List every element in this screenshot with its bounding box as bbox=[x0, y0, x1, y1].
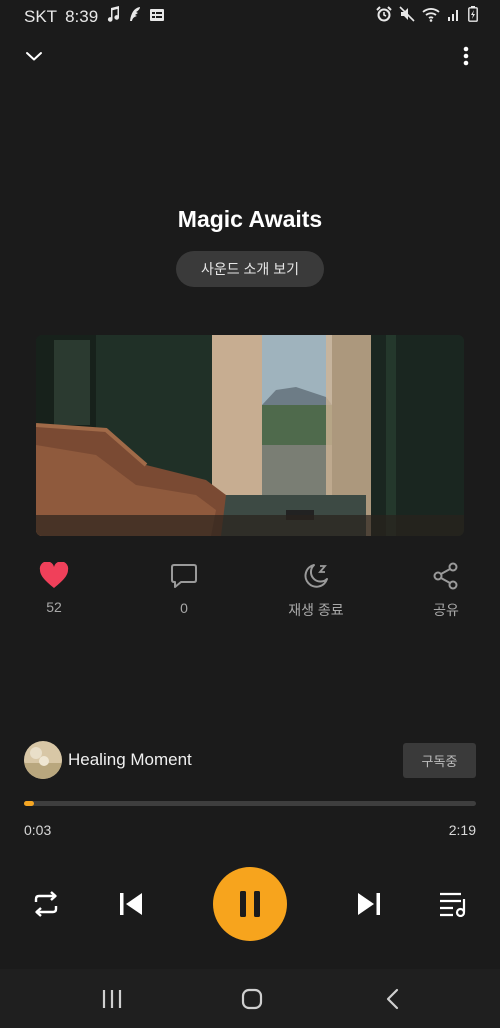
duration-time: 2:19 bbox=[448, 822, 476, 838]
like-button[interactable]: 52 bbox=[9, 562, 99, 615]
music-note-icon bbox=[106, 6, 120, 27]
pause-icon bbox=[240, 891, 260, 917]
comment-icon bbox=[171, 564, 197, 588]
sound-intro-button[interactable]: 사운드 소개 보기 bbox=[176, 251, 324, 287]
alarm-icon bbox=[376, 6, 392, 22]
comment-button[interactable]: 0 bbox=[139, 562, 229, 616]
skip-previous-icon bbox=[120, 893, 142, 915]
recent-apps-icon bbox=[102, 990, 122, 1008]
system-nav-bar bbox=[0, 969, 500, 1028]
progress-fill bbox=[24, 801, 34, 806]
heart-icon bbox=[39, 562, 69, 588]
wifi-icon bbox=[422, 7, 440, 22]
status-bar: SKT 8:39 bbox=[0, 0, 500, 32]
back-icon bbox=[386, 988, 399, 1010]
status-right bbox=[376, 6, 478, 22]
back-button[interactable] bbox=[376, 984, 408, 1014]
progress-bar[interactable] bbox=[24, 801, 476, 806]
recent-apps-button[interactable] bbox=[96, 984, 128, 1014]
share-label: 공유 bbox=[433, 602, 459, 618]
subscribe-button[interactable]: 구독중 bbox=[403, 743, 476, 778]
signal-icon bbox=[447, 7, 461, 21]
home-button[interactable] bbox=[236, 984, 268, 1014]
channel-avatar bbox=[24, 741, 62, 779]
channel-info[interactable]: Healing Moment bbox=[24, 741, 192, 779]
share-button[interactable]: 공유 bbox=[401, 562, 491, 620]
playlist-button[interactable] bbox=[436, 886, 472, 922]
clock: 8:39 bbox=[65, 6, 99, 26]
collapse-button[interactable] bbox=[20, 42, 48, 70]
moon-sleep-icon bbox=[304, 564, 328, 588]
status-left: SKT 8:39 bbox=[24, 6, 165, 27]
list-notification-icon bbox=[150, 7, 165, 27]
repeat-icon bbox=[34, 891, 58, 917]
sleep-timer-label: 재생 종료 bbox=[288, 602, 344, 618]
share-icon bbox=[433, 562, 458, 590]
skip-next-icon bbox=[358, 893, 380, 915]
like-count: 52 bbox=[46, 599, 62, 615]
carrier-label: SKT bbox=[24, 6, 58, 26]
comment-count: 0 bbox=[180, 600, 188, 616]
feather-icon bbox=[128, 6, 142, 27]
playlist-icon bbox=[440, 892, 466, 917]
next-button[interactable] bbox=[351, 886, 387, 922]
mute-icon bbox=[399, 6, 415, 22]
pause-button[interactable] bbox=[213, 867, 287, 941]
sleep-timer-button[interactable]: 재생 종료 bbox=[271, 562, 361, 620]
track-title: Magic Awaits bbox=[177, 206, 323, 232]
elapsed-time: 0:03 bbox=[24, 822, 52, 838]
channel-name: Healing Moment bbox=[68, 750, 192, 769]
more-vertical-icon bbox=[463, 46, 469, 66]
repeat-button[interactable] bbox=[28, 886, 64, 922]
battery-icon bbox=[468, 6, 478, 22]
chevron-down-icon bbox=[26, 52, 42, 61]
previous-button[interactable] bbox=[113, 886, 149, 922]
cover-art bbox=[36, 335, 464, 536]
more-options-button[interactable] bbox=[454, 42, 478, 70]
home-icon bbox=[241, 988, 263, 1010]
